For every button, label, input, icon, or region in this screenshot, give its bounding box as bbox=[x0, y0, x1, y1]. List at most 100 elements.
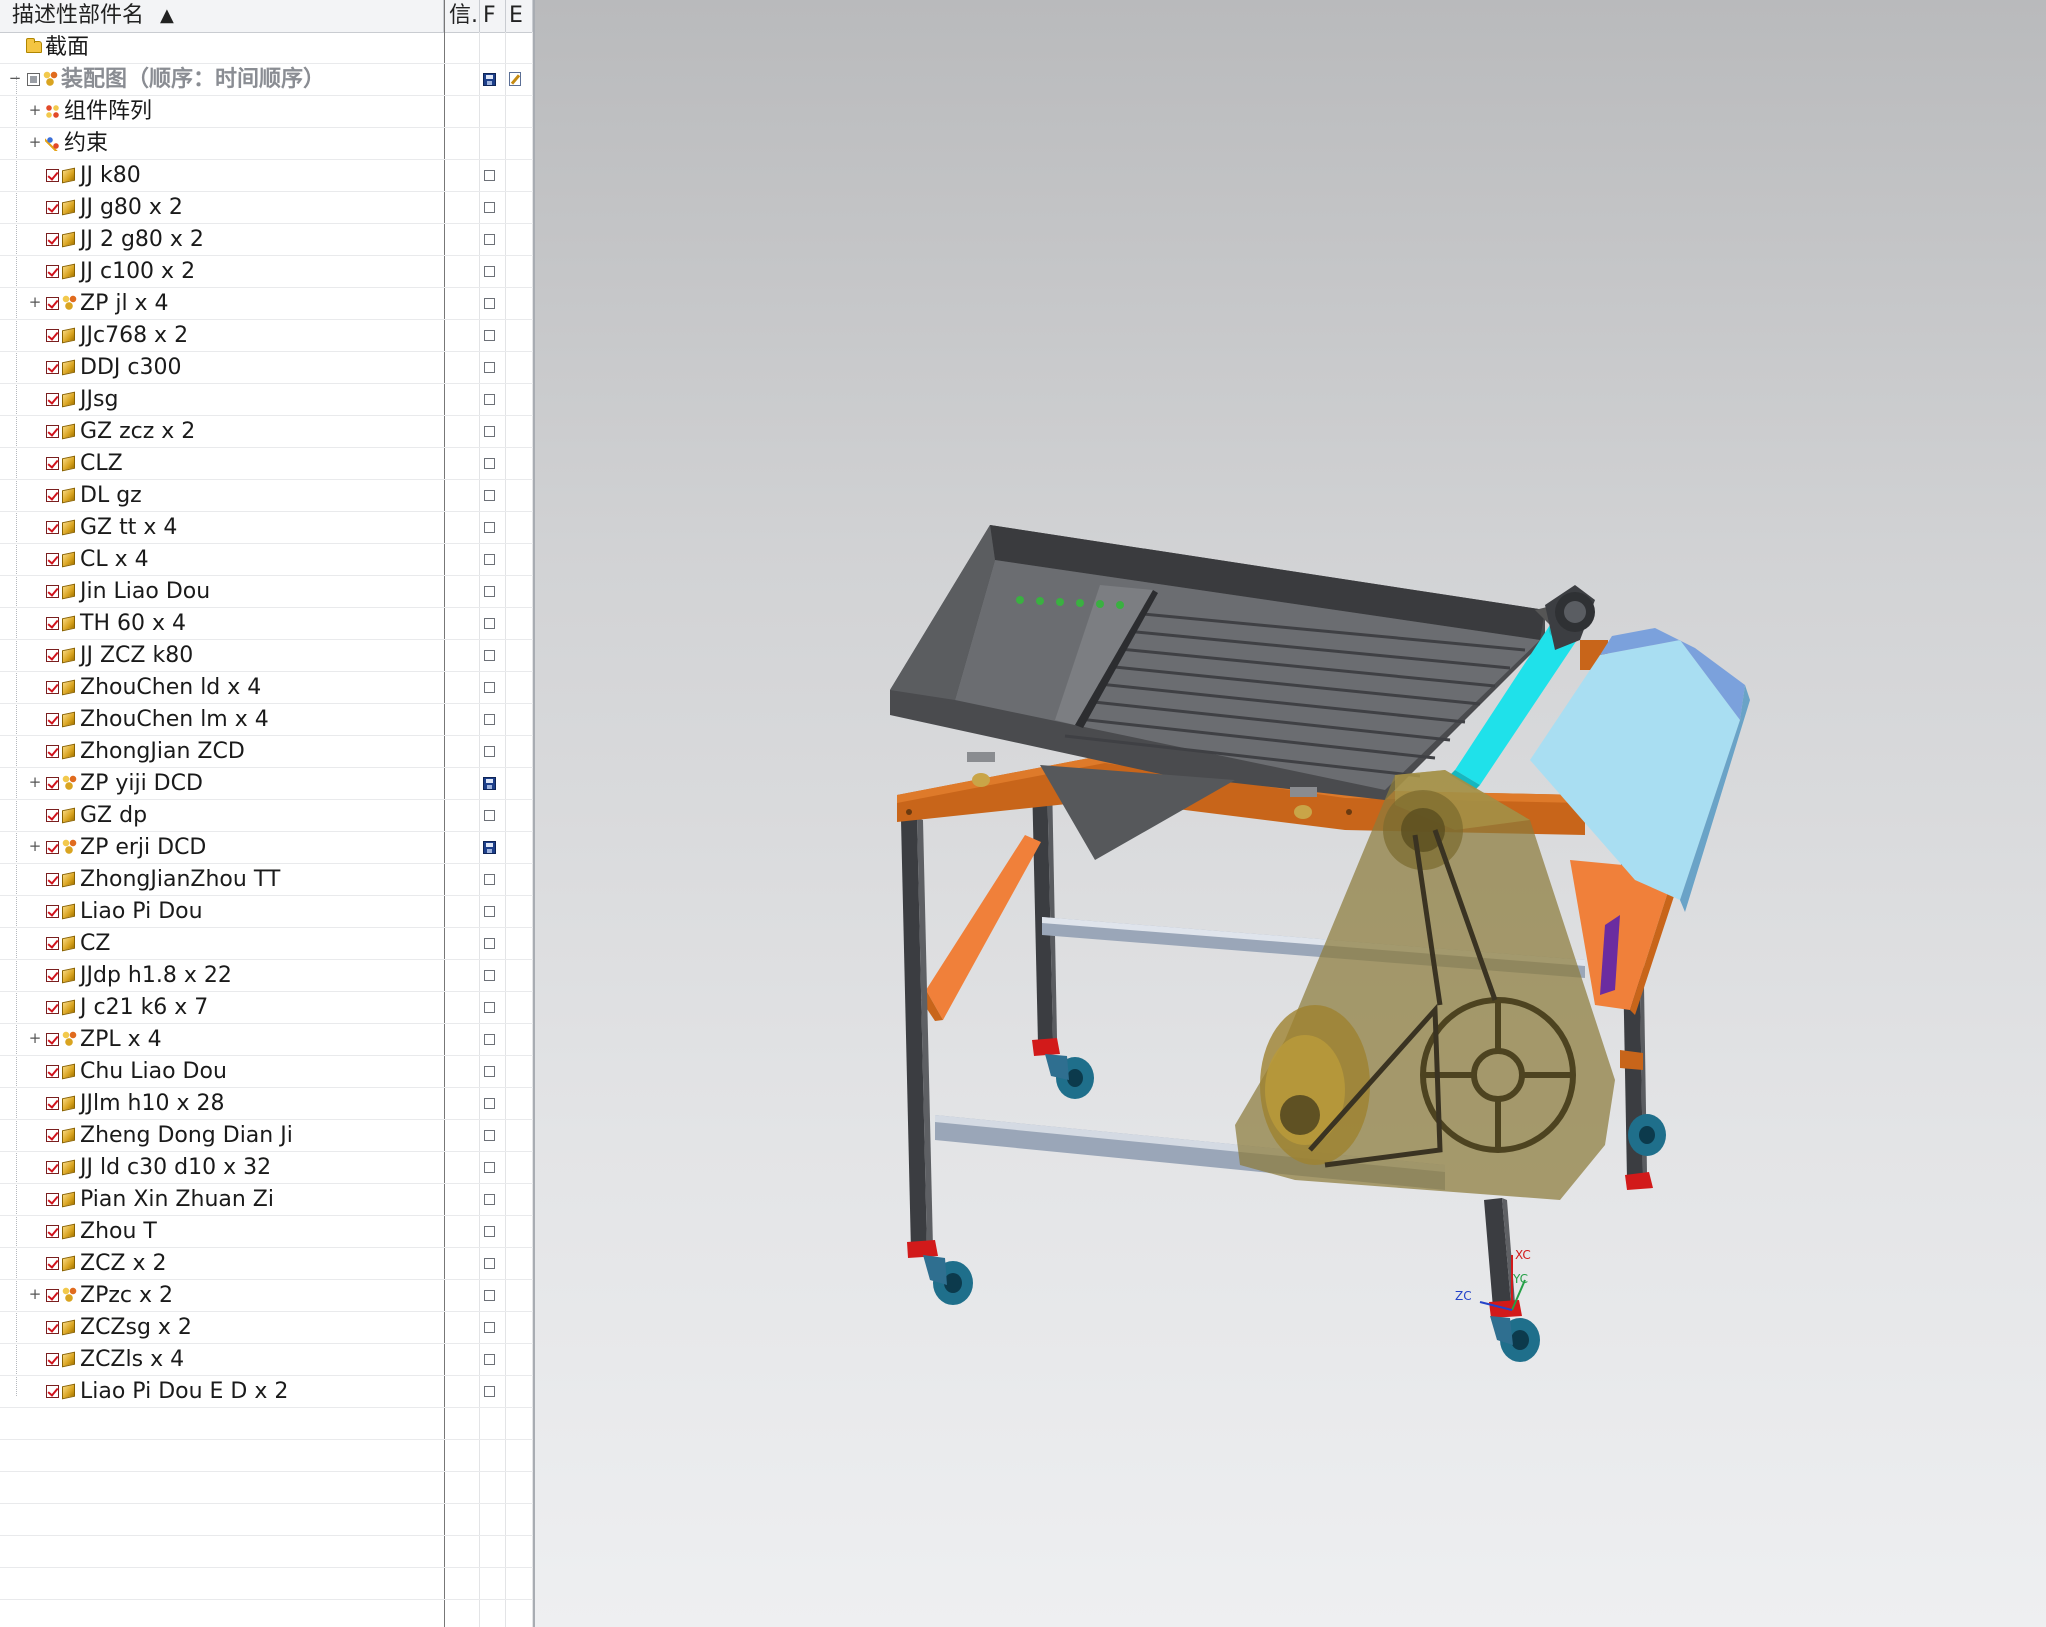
tree-row[interactable]: JJ ld c30 d10 x 32 bbox=[0, 1152, 533, 1184]
visibility-checkbox-icon[interactable] bbox=[46, 649, 59, 662]
tree-row[interactable]: + ZP jl x 4 bbox=[0, 288, 533, 320]
tree-row-name-cell[interactable]: ZhouChen ld x 4 bbox=[0, 672, 444, 703]
tree-row-name-cell[interactable]: JJ ld c30 d10 x 32 bbox=[0, 1152, 444, 1183]
visibility-checkbox-icon[interactable] bbox=[46, 457, 59, 470]
unmodified-status-checkbox[interactable] bbox=[484, 1322, 495, 1333]
tree-row-name-cell[interactable]: JJdp h1.8 x 22 bbox=[0, 960, 444, 991]
visibility-checkbox-icon[interactable] bbox=[46, 425, 59, 438]
tree-row-name-cell[interactable]: ZCZ x 2 bbox=[0, 1248, 444, 1279]
column-header-part-name[interactable]: 描述性部件名 ▲ bbox=[0, 0, 444, 32]
unmodified-status-checkbox[interactable] bbox=[484, 266, 495, 277]
tree-row-name-cell[interactable]: Liao Pi Dou E D x 2 bbox=[0, 1376, 444, 1407]
tree-row-name-cell[interactable]: ZhouChen lm x 4 bbox=[0, 704, 444, 735]
tree-row-name-cell[interactable]: Pian Xin Zhuan Zi bbox=[0, 1184, 444, 1215]
tree-row-name-cell[interactable]: + ZP jl x 4 bbox=[0, 288, 444, 319]
visibility-checkbox-icon[interactable] bbox=[46, 1065, 59, 1078]
tree-row-name-cell[interactable]: + 组件阵列 bbox=[0, 96, 444, 127]
tree-row[interactable]: ZhouChen lm x 4 bbox=[0, 704, 533, 736]
discharge-chute[interactable] bbox=[1530, 628, 1750, 912]
expand-icon[interactable]: + bbox=[28, 775, 42, 790]
visibility-checkbox-icon[interactable] bbox=[46, 841, 59, 854]
visibility-checkbox-icon[interactable] bbox=[46, 777, 59, 790]
save-icon[interactable] bbox=[483, 777, 496, 790]
front-left-leg[interactable] bbox=[901, 818, 933, 1252]
tree-row[interactable]: CLZ bbox=[0, 448, 533, 480]
unmodified-status-checkbox[interactable] bbox=[484, 874, 495, 885]
tree-row-name-cell[interactable]: Zhou T bbox=[0, 1216, 444, 1247]
tree-row-name-cell[interactable]: JJlm h10 x 28 bbox=[0, 1088, 444, 1119]
assembly-model[interactable]: XC YC ZC bbox=[535, 0, 2046, 1627]
tree-row-name-cell[interactable]: ZCZls x 4 bbox=[0, 1344, 444, 1375]
tree-row[interactable]: + ZPL x 4 bbox=[0, 1024, 533, 1056]
visibility-checkbox-icon[interactable] bbox=[46, 489, 59, 502]
tree-row[interactable]: TH 60 x 4 bbox=[0, 608, 533, 640]
tree-row[interactable]: ZCZ x 2 bbox=[0, 1248, 533, 1280]
caster-front-left[interactable] bbox=[907, 1240, 973, 1305]
unmodified-status-checkbox[interactable] bbox=[484, 650, 495, 661]
unmodified-status-checkbox[interactable] bbox=[484, 426, 495, 437]
tree-row[interactable]: JJ 2 g80 x 2 bbox=[0, 224, 533, 256]
visibility-checkbox-icon[interactable] bbox=[46, 873, 59, 886]
tree-row-name-cell[interactable]: JJ g80 x 2 bbox=[0, 192, 444, 223]
unmodified-status-checkbox[interactable] bbox=[484, 458, 495, 469]
unmodified-status-checkbox[interactable] bbox=[484, 234, 495, 245]
visibility-checkbox-icon[interactable] bbox=[46, 169, 59, 182]
unmodified-status-checkbox[interactable] bbox=[484, 938, 495, 949]
tree-row-name-cell[interactable]: + ZPzc x 2 bbox=[0, 1280, 444, 1311]
tree-row[interactable]: JJlm h10 x 28 bbox=[0, 1088, 533, 1120]
tree-row[interactable]: ZhongJian ZCD bbox=[0, 736, 533, 768]
tree-row-name-cell[interactable]: TH 60 x 4 bbox=[0, 608, 444, 639]
visibility-checkbox-icon[interactable] bbox=[46, 681, 59, 694]
tree-row[interactable]: Liao Pi Dou bbox=[0, 896, 533, 928]
visibility-checkbox-icon[interactable] bbox=[46, 1289, 59, 1302]
expand-icon[interactable]: + bbox=[28, 839, 42, 854]
visibility-checkbox-icon[interactable] bbox=[46, 1193, 59, 1206]
tree-row-name-cell[interactable]: ZhongJian ZCD bbox=[0, 736, 444, 767]
tree-row-name-cell[interactable]: GZ dp bbox=[0, 800, 444, 831]
edit-icon[interactable] bbox=[509, 72, 521, 86]
tree-row[interactable]: JJc768 x 2 bbox=[0, 320, 533, 352]
graphics-viewport[interactable]: XC YC ZC bbox=[535, 0, 2046, 1627]
unmodified-status-checkbox[interactable] bbox=[484, 1258, 495, 1269]
visibility-checkbox-icon[interactable] bbox=[46, 969, 59, 982]
unmodified-status-checkbox[interactable] bbox=[484, 1130, 495, 1141]
tree-row[interactable]: CL x 4 bbox=[0, 544, 533, 576]
visibility-checkbox-icon[interactable] bbox=[46, 1225, 59, 1238]
unmodified-status-checkbox[interactable] bbox=[484, 202, 495, 213]
column-header-modified[interactable]: F bbox=[480, 0, 506, 32]
unmodified-status-checkbox[interactable] bbox=[484, 1066, 495, 1077]
unmodified-status-checkbox[interactable] bbox=[484, 906, 495, 917]
tree-row[interactable]: Zhou T bbox=[0, 1216, 533, 1248]
tree-row[interactable]: JJ ZCZ k80 bbox=[0, 640, 533, 672]
unmodified-status-checkbox[interactable] bbox=[484, 1354, 495, 1365]
unmodified-status-checkbox[interactable] bbox=[484, 1098, 495, 1109]
tree-row[interactable]: ZCZsg x 2 bbox=[0, 1312, 533, 1344]
visibility-checkbox-icon[interactable] bbox=[46, 809, 59, 822]
visibility-checkbox-icon[interactable] bbox=[46, 937, 59, 950]
side-brace-left[interactable] bbox=[921, 835, 1041, 1021]
tree-row[interactable]: ZhouChen ld x 4 bbox=[0, 672, 533, 704]
tree-row[interactable]: DDJ c300 bbox=[0, 352, 533, 384]
expand-icon[interactable]: + bbox=[28, 1287, 42, 1302]
tree-row-name-cell[interactable]: JJc768 x 2 bbox=[0, 320, 444, 351]
unmodified-status-checkbox[interactable] bbox=[484, 810, 495, 821]
unmodified-status-checkbox[interactable] bbox=[484, 970, 495, 981]
expand-icon[interactable]: + bbox=[28, 1031, 42, 1046]
expand-icon[interactable]: + bbox=[28, 103, 42, 118]
tree-row[interactable]: Chu Liao Dou bbox=[0, 1056, 533, 1088]
visibility-checkbox-icon[interactable] bbox=[46, 905, 59, 918]
visibility-checkbox-icon[interactable] bbox=[46, 201, 59, 214]
rear-left-leg[interactable] bbox=[1032, 777, 1057, 1044]
unmodified-status-checkbox[interactable] bbox=[484, 490, 495, 501]
tree-row[interactable]: Jin Liao Dou bbox=[0, 576, 533, 608]
front-right-leg[interactable] bbox=[1484, 1198, 1515, 1308]
visibility-checkbox-icon[interactable] bbox=[46, 1033, 59, 1046]
visibility-checkbox-icon[interactable] bbox=[46, 297, 59, 310]
unmodified-status-checkbox[interactable] bbox=[484, 362, 495, 373]
tree-row[interactable]: + ZP erji DCD bbox=[0, 832, 533, 864]
tree-row-name-cell[interactable]: ZCZsg x 2 bbox=[0, 1312, 444, 1343]
visibility-checkbox-icon[interactable] bbox=[46, 1353, 59, 1366]
tree-row[interactable]: DL gz bbox=[0, 480, 533, 512]
tree-row-name-cell[interactable]: + ZPL x 4 bbox=[0, 1024, 444, 1055]
unmodified-status-checkbox[interactable] bbox=[484, 1290, 495, 1301]
